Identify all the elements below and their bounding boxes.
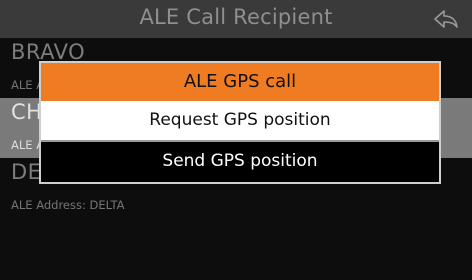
request-gps-position-option[interactable]: Request GPS position xyxy=(41,101,439,142)
title-bar: ALE Call Recipient xyxy=(0,0,472,38)
send-gps-position-option[interactable]: Send GPS position xyxy=(41,142,439,181)
back-arrow-icon[interactable] xyxy=(432,8,460,30)
screen-title: ALE Call Recipient xyxy=(139,5,333,29)
ale-call-recipient-screen: ALE Call Recipient BRAVO ALE Address: BR… xyxy=(0,0,472,280)
dialog-title: ALE GPS call xyxy=(41,63,439,101)
gps-call-dialog: ALE GPS call Request GPS position Send G… xyxy=(39,61,441,184)
recipient-address: ALE Address: DELTA xyxy=(11,198,125,212)
